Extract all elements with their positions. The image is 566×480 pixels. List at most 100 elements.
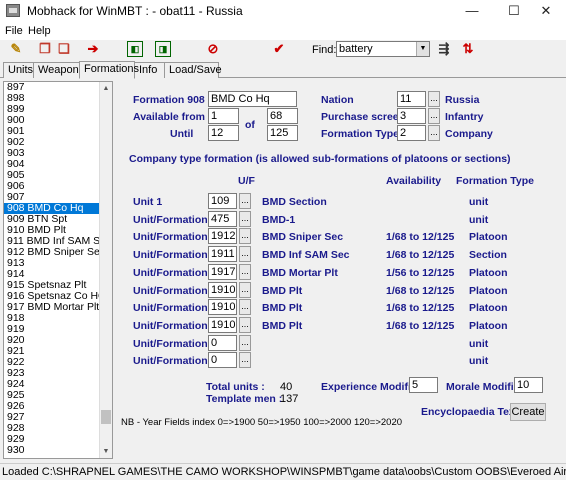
tab-bar: Units Weapons Formations Info Load/Save [0,61,566,79]
unit-name: BMD Plt [262,302,303,315]
unit-picker-button[interactable]: ... [239,210,251,227]
unit-name: BMD Inf SAM Sec [262,249,350,262]
unit-id-field[interactable]: 1910 [208,299,237,316]
dropdown-arrow-icon[interactable]: ▼ [416,42,429,56]
available-from-month-field[interactable]: 1 [208,108,239,124]
find-combobox[interactable]: battery ▼ [336,41,430,57]
unit-id-field[interactable]: 1917 [208,263,237,280]
unit-picker-button[interactable]: ... [239,246,251,263]
morale-modifier-field[interactable]: 10 [514,377,543,393]
tab-formations[interactable]: Formations [79,61,139,79]
tab-units[interactable]: Units [3,62,34,78]
tab-weapons[interactable]: Weapons [33,62,84,78]
toolbar: ✎ ❐ ❏ ➔ ◧ ◨ ⊘ ✔ Find: battery ▼ ⇶ ⇅ [0,40,566,60]
menu-file[interactable]: File [5,25,23,37]
unit-id-field[interactable]: 0 [208,334,237,351]
until-year-field[interactable]: 125 [267,125,298,141]
unit-picker-button[interactable]: ... [239,193,251,209]
unit-formation-type: unit [469,355,489,368]
available-from-year-field[interactable]: 68 [267,108,298,124]
template-men-value: 137 [280,393,299,405]
close-button[interactable]: ✕ [526,0,566,22]
unit-picker-button[interactable]: ... [239,281,251,298]
formation-list[interactable]: 897 898 899 900 901 902 903 904 905 906 907 908 BMD… [3,81,113,459]
paste-unit-icon[interactable]: ❏ [56,41,72,57]
experience-modifier-field[interactable]: 5 [409,377,438,393]
unit-row-label: Unit/Formation 2 [133,213,217,226]
unit-picker-button[interactable]: ... [239,352,251,369]
total-units-label: Total units : [206,381,265,393]
no-entry-icon[interactable]: ⊘ [205,41,221,57]
arrow-right-icon[interactable]: ➔ [85,41,101,57]
until-month-field[interactable]: 12 [208,125,239,141]
nation-code-field[interactable]: 11 [397,91,426,107]
unit-id-field[interactable]: 109 [208,193,237,209]
menu-help[interactable]: Help [28,25,51,37]
formation-type-note: Company type formation (is allowed sub-f… [129,153,511,165]
scroll-thumb[interactable] [101,410,111,424]
nav-prev-icon[interactable]: ◧ [127,41,143,57]
formation-type-name: Company [445,128,493,140]
sort-icon[interactable]: ⇅ [460,41,476,57]
purchase-screen-picker-button[interactable]: ... [428,108,440,124]
purchase-screen-field[interactable]: 3 [397,108,426,124]
tab-load-save[interactable]: Load/Save [164,62,222,78]
uf-column-header: U/F [238,175,255,187]
of-label: of [245,119,255,131]
unit-id-field[interactable]: 1911 [208,246,237,263]
create-button[interactable]: Create [510,403,546,421]
unit-formation-type: Platoon [469,302,508,315]
unit-row-label: Unit/Formation 7 [133,302,217,315]
edit-pencil-icon[interactable]: ✎ [8,41,24,57]
unit-formation-type: Platoon [469,284,508,297]
scroll-up-icon[interactable]: ▲ [100,82,112,95]
find-combobox-value: battery [339,43,373,55]
find-next-icon[interactable]: ⇶ [436,41,452,57]
scroll-down-icon[interactable]: ▼ [100,445,112,458]
unit-formation-type: Platoon [469,266,508,279]
nav-next-icon[interactable]: ◨ [155,41,171,57]
unit-formation-type: Platoon [469,231,508,244]
list-scrollbar[interactable]: ▲ ▼ [99,82,112,458]
list-item[interactable]: 930 [4,445,112,456]
formation-number-label: Formation 908 [133,94,205,106]
unit-formation-type: Section [469,249,507,262]
availability-column-header: Availability [386,175,442,187]
unit-row-label: Unit 1 [133,196,163,208]
unit-picker-button[interactable]: ... [239,299,251,316]
nation-name: Russia [445,94,480,106]
status-bar: Loaded C:\SHRAPNEL GAMES\THE CAMO WORKSH… [0,463,566,480]
unit-availability: 1/56 to 12/125 [386,266,455,279]
unit-availability: 1/68 to 12/125 [386,231,455,244]
unit-picker-button[interactable]: ... [239,334,251,351]
unit-picker-button[interactable]: ... [239,228,251,245]
copy-unit-icon[interactable]: ❐ [37,41,53,57]
year-index-note: NB - Year Fields index 0=>1900 50=>1950 … [121,417,403,428]
unit-id-field[interactable]: 1910 [208,281,237,298]
minimize-button[interactable]: — [452,0,492,22]
template-men-label: Template men : [206,393,283,405]
unit-row-label: Unit/Formation 9 [133,337,217,350]
unit-name: BMD-1 [262,213,296,226]
unit-picker-button[interactable]: ... [239,316,251,333]
unit-id-field[interactable]: 475 [208,210,237,227]
unit-name: BMD Plt [262,284,303,297]
unit-formation-type: unit [469,337,489,350]
nation-picker-button[interactable]: ... [428,91,440,107]
encyclopaedia-label: Encyclopaedia Text [421,406,519,418]
formation-type-picker-button[interactable]: ... [428,125,440,141]
unit-id-field[interactable]: 1912 [208,228,237,245]
unit-id-field[interactable]: 1910 [208,316,237,333]
experience-modifier-label: Experience Modifier [321,381,421,393]
find-label: Find: [312,44,337,56]
unit-picker-button[interactable]: ... [239,263,251,280]
formation-type-field[interactable]: 2 [397,125,426,141]
available-from-label: Available from [133,111,205,123]
unit-id-field[interactable]: 0 [208,352,237,369]
formation-name-field[interactable]: BMD Co Hq [208,91,297,107]
title-bar: Mobhack for WinMBT : - obat11 - Russia —… [0,0,566,22]
checkmark-icon[interactable]: ✔ [271,41,287,57]
unit-row-label: Unit/Formation 3 [133,231,217,244]
unit-formation-type: unit [469,213,489,226]
purchase-screen-label: Purchase screen [321,111,406,123]
